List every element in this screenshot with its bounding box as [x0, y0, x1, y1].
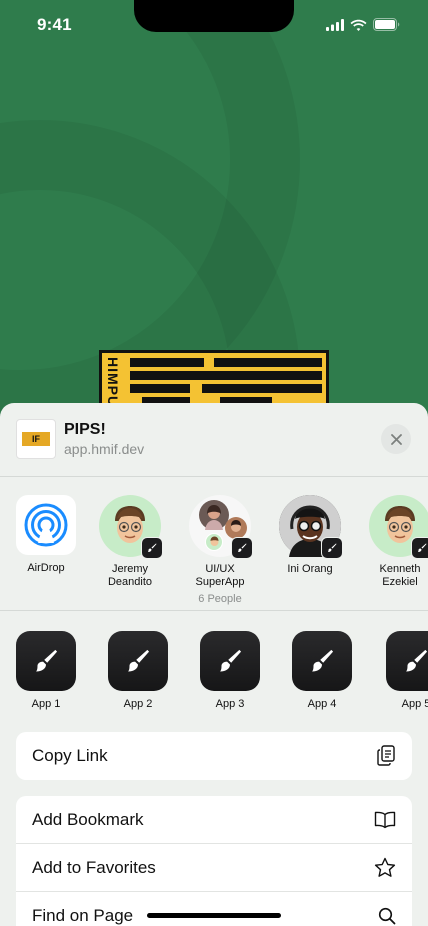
add-bookmark-action[interactable]: Add Bookmark [16, 796, 412, 844]
copy-link-card: Copy Link [16, 732, 412, 780]
share-sheet: IF PIPS! app.hmif.dev AirDrop Jeremy Dea… [0, 403, 428, 926]
group-member-avatar [205, 533, 223, 551]
app-label: App 4 [307, 698, 337, 710]
person-target[interactable]: Ini Orang [264, 495, 356, 576]
action-label: Add Bookmark [32, 809, 144, 829]
close-button[interactable] [381, 424, 411, 454]
notch [134, 0, 294, 32]
poster-bar [202, 384, 322, 393]
paintbrush-icon [148, 543, 157, 552]
status-time: 9:41 [37, 15, 72, 34]
battery-icon [373, 18, 400, 31]
airdrop-tile [16, 495, 76, 555]
app-icon [292, 631, 352, 691]
app-icon [16, 631, 76, 691]
share-title: PIPS! [64, 421, 106, 438]
avatar [99, 495, 163, 559]
app-icon [386, 631, 428, 691]
thumbnail-logo: IF [22, 432, 50, 446]
airdrop-target[interactable]: AirDrop [0, 495, 92, 575]
paintbrush-icon [128, 649, 150, 672]
share-url: app.hmif.dev [64, 441, 145, 457]
home-indicator[interactable] [147, 913, 281, 918]
app-badge [141, 537, 163, 559]
app-label: App 1 [31, 698, 61, 710]
paintbrush-icon [36, 649, 58, 672]
share-app[interactable]: App 2 [108, 631, 168, 710]
target-name: AirDrop [27, 562, 65, 574]
share-apps-row: App 1 App 2 App 3 App 4 App 5 [0, 611, 428, 721]
star-icon [374, 857, 396, 877]
share-app[interactable]: App 1 [16, 631, 76, 710]
copy-link-action[interactable]: Copy Link [16, 732, 412, 780]
target-name: Kenneth Ezekiel [379, 563, 421, 588]
share-app[interactable]: App 5 [386, 631, 428, 710]
poster-bar [130, 384, 190, 393]
person-target[interactable]: Kenneth Ezekiel [354, 495, 428, 589]
avatar [369, 495, 428, 559]
app-badge [321, 537, 343, 559]
group-member-avatar [225, 517, 247, 539]
app-label: App 5 [401, 698, 428, 710]
group-member-count: 6 People [198, 593, 242, 605]
action-label: Add to Favorites [32, 857, 156, 877]
poster-bar [130, 371, 322, 380]
close-icon [390, 433, 402, 445]
paintbrush-icon [418, 543, 427, 552]
target-name: Jeremy Deandito [107, 563, 153, 588]
avatar [279, 495, 343, 559]
add-favorites-action[interactable]: Add to Favorites [16, 844, 412, 892]
app-icon [200, 631, 260, 691]
person-target[interactable]: Jeremy Deandito [84, 495, 176, 589]
poster-text: HIMPU [105, 357, 121, 408]
wifi-icon [350, 19, 367, 31]
app-badge [411, 537, 428, 559]
app-label: App 2 [123, 698, 153, 710]
copy-icon [377, 745, 395, 766]
find-on-page-action[interactable]: Find on Page [16, 892, 412, 926]
search-icon [378, 907, 396, 925]
poster-bar [214, 358, 322, 367]
paintbrush-icon [238, 543, 247, 552]
target-name: Ini Orang [287, 563, 333, 575]
airdrop-icon [24, 503, 68, 547]
site-thumbnail: IF [16, 419, 56, 459]
action-label: Copy Link [32, 746, 108, 765]
share-header: IF PIPS! app.hmif.dev [0, 403, 428, 477]
paintbrush-icon [406, 649, 428, 672]
app-badge [231, 537, 253, 559]
share-app[interactable]: App 4 [292, 631, 352, 710]
share-app[interactable]: App 3 [200, 631, 260, 710]
share-targets-row: AirDrop Jeremy Deandito UI/UX SuperApp 6… [0, 477, 428, 611]
paintbrush-icon [312, 649, 334, 672]
actions-card: Add Bookmark Add to Favorites Find on Pa… [16, 796, 412, 926]
signal-icon [326, 18, 344, 31]
action-label: Find on Page [32, 906, 134, 925]
group-target[interactable]: UI/UX SuperApp 6 People [174, 495, 266, 605]
app-label: App 3 [215, 698, 245, 710]
paintbrush-icon [328, 543, 337, 552]
group-avatar [189, 495, 253, 559]
status-icons [326, 18, 400, 31]
app-icon [108, 631, 168, 691]
poster-bar [130, 358, 204, 367]
book-icon [374, 811, 396, 828]
target-name: UI/UX SuperApp [195, 563, 245, 588]
paintbrush-icon [220, 649, 242, 672]
status-bar: 9:41 [0, 0, 428, 48]
